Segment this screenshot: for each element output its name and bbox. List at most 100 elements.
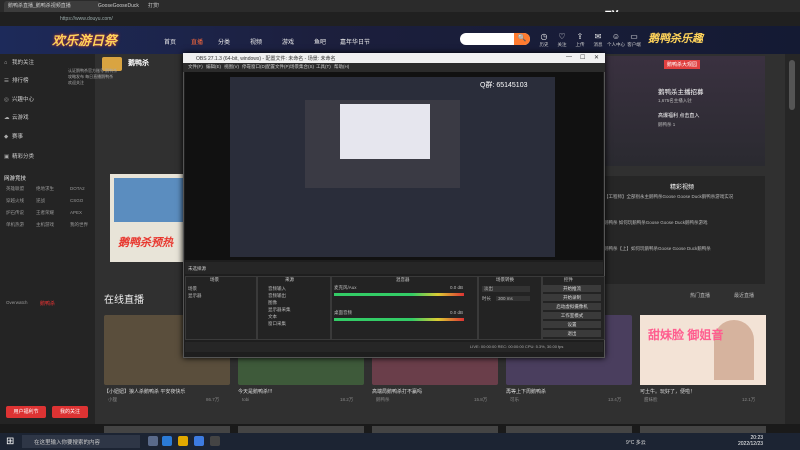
nav-live[interactable]: 直播 [191, 37, 203, 46]
nav-festival[interactable]: 嘉年华日节 [340, 37, 370, 46]
streamer-name[interactable]: 可乐 [510, 397, 519, 403]
sidebar-cat[interactable]: 炉石传说 [6, 210, 24, 216]
minimize-icon[interactable]: — [566, 54, 572, 60]
sidebar-cat-highlight[interactable]: 鹅鸭杀 [40, 300, 55, 307]
nav-game[interactable]: 游戏 [282, 37, 294, 46]
file-explorer-icon[interactable] [178, 436, 188, 446]
menu-edit[interactable]: 编辑(E) [206, 64, 221, 70]
sidebar-cat[interactable]: CSGO [70, 198, 83, 203]
video-item[interactable]: 鹅鸭杀 如何玩鹅鸭杀Goose Goose Duck鹅鸭杀游戏 [604, 220, 759, 226]
video-item[interactable]: 鹅鸭杀【上】如何玩鹅鸭杀Goose Goose Duck鹅鸭杀 [604, 246, 759, 252]
scene-item[interactable]: 场景 [188, 286, 197, 292]
start-streaming-button[interactable]: 开始推流 [543, 285, 601, 292]
client-icon[interactable]: ▭ [626, 32, 642, 41]
streamer-name[interactable]: tobi [242, 397, 249, 402]
nav-category[interactable]: 分类 [218, 37, 230, 46]
settings-button[interactable]: 设置 [543, 321, 601, 328]
tab-hot-live[interactable]: 热门直播 [690, 292, 710, 299]
obs-taskbar-icon[interactable] [210, 436, 220, 446]
banner-text: 鹅鸭杀预热 [118, 237, 173, 249]
source-item[interactable]: 显示器采集 [268, 307, 291, 313]
scrollbar-thumb[interactable] [789, 60, 795, 110]
windows-start-icon[interactable]: ⊞ [6, 436, 14, 447]
browser-tab[interactable]: 打赏! [144, 1, 182, 12]
event-logo[interactable]: 鹅鸭杀乐趣 [648, 30, 703, 46]
streamer-name[interactable]: 鹅鸭杀 [376, 397, 390, 403]
sidebar-item-follow[interactable]: ⌂ 我的关注 [4, 58, 34, 66]
source-item[interactable]: 图像 [268, 300, 277, 306]
sidebar-item-rank[interactable]: ☰ 排行榜 [4, 76, 29, 84]
studio-mode-button[interactable]: 工作室模式 [543, 312, 601, 319]
menu-scene-collection[interactable]: 场景集合(S) [290, 64, 314, 70]
search-icon[interactable]: 🔍 [514, 33, 530, 45]
sidebar-cat[interactable]: 绝地求生 [36, 186, 54, 192]
source-item[interactable]: 窗口采集 [268, 321, 286, 327]
sidebar-cat[interactable]: DOTA2 [70, 186, 85, 191]
source-item[interactable]: 音频输出 [268, 293, 286, 299]
recruit-note: 鹅鸭杀 1 [658, 122, 676, 127]
url-text[interactable]: https://www.douyu.com/ [60, 14, 180, 24]
sidebar-cat[interactable]: 单机热游 [6, 222, 24, 228]
start-recording-button[interactable]: 开始录制 [543, 294, 601, 301]
sidebar-item-events[interactable]: ◆ 赛事 [4, 132, 23, 140]
stream-title[interactable]: 今天是鹅鸭杀!!! [238, 388, 364, 395]
sidebar-cat[interactable]: APEX [70, 210, 82, 215]
sidebar-item-categories[interactable]: ▣ 精彩分类 [4, 152, 34, 160]
stream-title[interactable]: 可土牛。玩好了，便啦！ [640, 388, 766, 395]
nav-fishbar[interactable]: 鱼吧 [314, 37, 326, 46]
browser-tab-active[interactable]: 鹅鸭杀直播_鹅鸭杀视频直播 [4, 1, 100, 12]
sidebar-cat[interactable]: 我的世界 [70, 222, 88, 228]
menu-profile[interactable]: 配置文件(P) [266, 64, 290, 70]
user-center-icon[interactable]: ☺ [608, 32, 624, 41]
user-welfare-button[interactable]: 用户福利节 [6, 406, 46, 418]
stream-title[interactable]: 再等上下周鹅鸭杀 [506, 388, 632, 395]
sidebar-cat[interactable]: 逆战 [36, 198, 45, 204]
sidebar-cat[interactable]: 主机游戏 [36, 222, 54, 228]
streamer-name[interactable]: 甜妹脸 [644, 397, 658, 403]
stream-title[interactable]: 【小妞妞】狼人杀鹅鸭杀 平安夜快乐 [104, 388, 230, 395]
close-icon[interactable]: ✕ [594, 54, 599, 61]
sidebar-cat[interactable]: 王者荣耀 [36, 210, 54, 216]
sidebar-cat[interactable]: Overwatch [6, 300, 28, 305]
virtual-camera-button[interactable]: 启动虚拟摄像机 [543, 303, 601, 310]
recruit-cta[interactable]: 高爆福利 点击直入 [658, 112, 699, 119]
menu-docks[interactable]: 停靠窗口(D) [242, 64, 266, 70]
nav-video[interactable]: 视频 [250, 37, 262, 46]
message-icon[interactable]: ✉ [590, 32, 606, 41]
tab-recent-live[interactable]: 最近直播 [734, 292, 754, 299]
browser-icon[interactable] [194, 436, 204, 446]
history-icon[interactable]: ◷ [536, 32, 552, 41]
menu-file[interactable]: 文件(F) [188, 64, 203, 70]
sidebar-item-cloud-game[interactable]: ☁ 云游戏 [4, 113, 29, 121]
sidebar-item-label: 排行榜 [12, 78, 29, 84]
upload-icon[interactable]: ⇪ [572, 32, 588, 41]
sidebar-item-interest[interactable]: ◎ 兴趣中心 [4, 95, 34, 103]
sidebar-cat[interactable]: 穿越火线 [6, 198, 24, 204]
stream-title[interactable]: 高端局鹅鸭杀打不赢吗 [372, 388, 498, 395]
site-logo[interactable]: 欢乐游日祭 [52, 30, 117, 49]
menu-help[interactable]: 帮助(H) [334, 64, 349, 70]
menu-view[interactable]: 视图(V) [224, 64, 239, 70]
maximize-icon[interactable]: ☐ [580, 54, 585, 61]
message-label: 消息 [593, 42, 603, 47]
edge-icon[interactable] [162, 436, 172, 446]
panel-title: 控件 [564, 277, 573, 282]
weather-widget[interactable]: 9°C 多云 [626, 439, 646, 446]
source-item[interactable]: 音频输入 [268, 286, 286, 292]
recruit-panel[interactable] [600, 56, 765, 166]
follow-icon[interactable]: ♡ [554, 32, 570, 41]
video-item[interactable]: 【工程师】全部别永主鹅鸭杀Goose Goose Duck鹅鸭杀游戏实况 [604, 194, 759, 200]
duration-input[interactable]: 300 ms [496, 296, 530, 301]
my-follow-button[interactable]: 我的关注 [52, 406, 88, 418]
source-item[interactable]: 文本 [268, 314, 277, 320]
nav-home[interactable]: 首页 [164, 37, 176, 46]
scene-item[interactable]: 显示器 [188, 293, 202, 299]
exit-button[interactable]: 退出 [543, 330, 601, 337]
sidebar-cat[interactable]: 英雄联盟 [6, 186, 24, 192]
streamer-name[interactable]: 小狸 [108, 397, 117, 403]
transition-select[interactable]: 淡出 [482, 286, 530, 292]
anchor-name[interactable]: 鹅鸭杀 [128, 58, 149, 68]
task-view-icon[interactable] [148, 436, 158, 446]
menu-tools[interactable]: 工具(T) [316, 64, 331, 70]
clock[interactable]: 20:23 2022/12/23 [738, 435, 763, 447]
